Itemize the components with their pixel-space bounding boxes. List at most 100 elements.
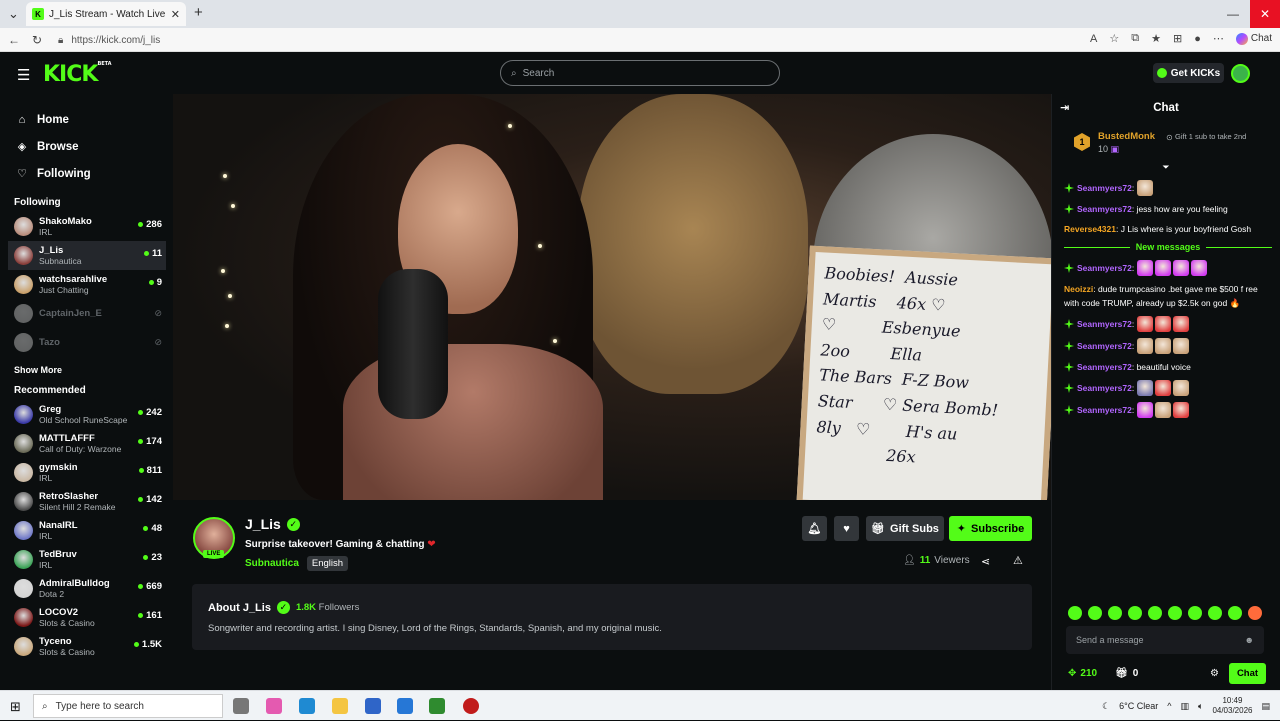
expand-leaderboard-icon[interactable]: ⏷ — [1052, 162, 1280, 176]
close-tab-icon[interactable]: ✕ — [171, 8, 180, 21]
chat-settings-icon[interactable]: ⚙ — [1210, 668, 1219, 679]
chat-username[interactable]: Seanmyers72 — [1077, 341, 1132, 351]
favorite-star-icon[interactable]: ☆ — [1109, 32, 1119, 45]
sidebar-channel[interactable]: CaptainJen_E ⊘ — [0, 299, 172, 328]
task-view-icon[interactable] — [233, 698, 249, 714]
quick-emote-icon[interactable] — [1148, 606, 1162, 620]
sidebar-channel[interactable]: gymskin IRL 811 — [0, 458, 172, 487]
sidebar-channel[interactable]: MATTLAFFF Call of Duty: Warzone 174 — [0, 429, 172, 458]
gifts-balance[interactable]: 🎁︎ 0 — [1115, 668, 1138, 679]
kick-logo[interactable]: KICKBETA — [43, 61, 112, 87]
copilot-app-icon[interactable] — [266, 698, 282, 714]
emoji-icon[interactable]: ☻ — [1245, 635, 1254, 645]
share-icon[interactable]: ⋖ — [981, 555, 990, 568]
sidebar-nav-browse[interactable]: ◈ Browse — [16, 133, 172, 160]
window-close-icon[interactable]: ✕ — [1250, 0, 1280, 28]
url-text: https://kick.com/j_lis — [71, 34, 161, 46]
network-icon[interactable]: ▥ — [1181, 701, 1190, 712]
chat-message: Seanmyers72: jess how are you feeling — [1064, 202, 1272, 216]
sidebar-channel[interactable]: ShakoMako IRL 286 — [0, 212, 172, 241]
clock[interactable]: 10:49 04/03/2026 — [1212, 696, 1252, 716]
sidebar-channel[interactable]: Greg Old School RuneScape 242 — [0, 400, 172, 429]
new-messages-divider[interactable]: New messages — [1064, 242, 1272, 252]
sidebar-nav-label: Following — [37, 167, 91, 180]
read-aloud-icon[interactable]: A — [1090, 33, 1097, 45]
streamer-name[interactable]: J_Lis ✓ — [245, 516, 300, 532]
collapse-chat-icon[interactable]: ⇥ — [1060, 101, 1069, 114]
sidebar-channel[interactable]: RetroSlasher Silent Hill 2 Remake 142 — [0, 487, 172, 516]
app-icon[interactable] — [429, 698, 445, 714]
maximize-icon[interactable] — [1219, 0, 1249, 28]
sidebar-channel[interactable]: J_Lis Subnautica 11 — [8, 241, 166, 270]
chat-username[interactable]: Seanmyers72 — [1077, 362, 1132, 372]
quick-emote-icon[interactable] — [1108, 606, 1122, 620]
quick-emote-icon[interactable] — [1248, 606, 1262, 620]
chat-username[interactable]: Reverse4321 — [1064, 224, 1116, 234]
refresh-icon[interactable]: ↻ — [32, 33, 42, 47]
back-icon[interactable]: ← — [8, 33, 20, 47]
tab-list-icon[interactable]: ⌄ — [8, 6, 19, 22]
chat-username[interactable]: Seanmyers72 — [1077, 183, 1132, 193]
outlook-icon[interactable] — [397, 698, 413, 714]
sidebar-nav-following[interactable]: ♡ Following — [16, 160, 172, 187]
quick-emote-icon[interactable] — [1228, 606, 1242, 620]
notification-button[interactable]: 🔔︎ — [802, 516, 827, 541]
more-icon[interactable]: ⋯ — [1213, 32, 1224, 45]
quick-emote-icon[interactable] — [1088, 606, 1102, 620]
file-explorer-icon[interactable] — [332, 698, 348, 714]
report-icon[interactable]: ⚠ — [1013, 554, 1023, 567]
new-tab-icon[interactable]: + — [194, 4, 203, 21]
edge-icon[interactable] — [299, 698, 315, 714]
menu-icon[interactable]: ☰ — [17, 66, 30, 84]
follow-button[interactable]: ♥ — [834, 516, 859, 541]
kicks-balance[interactable]: ✥ 210 — [1068, 668, 1097, 679]
chat-username[interactable]: Neoizzi — [1064, 284, 1093, 294]
url-field[interactable]: 🔒︎ https://kick.com/j_lis — [54, 31, 1054, 49]
browser-tab[interactable]: K J_Lis Stream - Watch Live on K ✕ — [26, 2, 186, 26]
collections-icon[interactable]: ⊞ — [1173, 32, 1182, 45]
video-player[interactable]: Boobies! Aussie Martis 46x ♡ ♡ Esbenyue … — [173, 94, 1051, 500]
chat-username[interactable]: Seanmyers72 — [1077, 405, 1132, 415]
sidebar-channel[interactable]: AdmiralBulldog Dota 2 669 — [0, 574, 172, 603]
quick-emote-icon[interactable] — [1208, 606, 1222, 620]
sidebar-channel[interactable]: TedBruv IRL 23 — [0, 545, 172, 574]
quick-emote-icon[interactable] — [1068, 606, 1082, 620]
system-tray: ☾ 6°C Clear ^ ▥ 🔈︎ 10:49 04/03/2026 ▤ — [1102, 691, 1270, 721]
taskbar-search[interactable]: ⌕ Type here to search — [33, 694, 223, 718]
volume-icon[interactable]: 🔈︎ — [1198, 701, 1203, 712]
gifter-name[interactable]: BustedMonk — [1098, 131, 1155, 142]
send-chat-button[interactable]: Chat — [1229, 663, 1266, 684]
get-kicks-button[interactable]: Get KICKs — [1153, 63, 1224, 83]
windows-start-icon[interactable]: ⊞ — [10, 699, 21, 715]
weather-text[interactable]: 6°C Clear — [1119, 701, 1158, 711]
chat-username[interactable]: Seanmyers72 — [1077, 383, 1132, 393]
chat-username[interactable]: Seanmyers72 — [1077, 319, 1132, 329]
favorites-icon[interactable]: ★ — [1151, 32, 1161, 45]
quick-emote-icon[interactable] — [1188, 606, 1202, 620]
quick-emote-icon[interactable] — [1168, 606, 1182, 620]
quick-emote-icon[interactable] — [1128, 606, 1142, 620]
gift-subs-button[interactable]: 🎁︎ Gift Subs — [866, 516, 944, 541]
notifications-icon[interactable]: ▤ — [1261, 701, 1270, 712]
app-icon-red[interactable] — [463, 698, 479, 714]
profile-icon[interactable]: ● — [1194, 33, 1201, 45]
chat-username[interactable]: Seanmyers72 — [1077, 204, 1132, 214]
tray-chevron-icon[interactable]: ^ — [1167, 701, 1171, 711]
show-more-link[interactable]: Show More — [14, 365, 172, 375]
sidebar-channel[interactable]: LOCOV2 Slots & Casino 161 — [0, 603, 172, 632]
chat-username[interactable]: Seanmyers72 — [1077, 263, 1132, 273]
subscribe-button[interactable]: ✦ Subscribe — [949, 516, 1032, 541]
sidebar-channel[interactable]: watchsarahlive Just Chatting 9 — [0, 270, 172, 299]
sidebar-nav-home[interactable]: ⌂ Home — [16, 106, 172, 133]
language-tag[interactable]: English — [306, 556, 349, 571]
sidebar-channel[interactable]: Tazo ⊘ — [0, 328, 172, 357]
store-icon[interactable] — [365, 698, 381, 714]
sidebar-channel[interactable]: NanaIRL IRL 48 — [0, 516, 172, 545]
extensions-icon[interactable]: ⧉ — [1131, 32, 1139, 45]
chat-message-input[interactable]: Send a message ☻ — [1066, 626, 1264, 654]
search-input[interactable]: ⌕ Search — [500, 60, 780, 86]
copilot-button[interactable]: Chat — [1235, 32, 1272, 45]
category-link[interactable]: Subnautica — [245, 558, 299, 569]
sidebar-channel[interactable]: Tyceno Slots & Casino 1.5K — [0, 632, 172, 661]
user-avatar[interactable] — [1231, 64, 1250, 83]
